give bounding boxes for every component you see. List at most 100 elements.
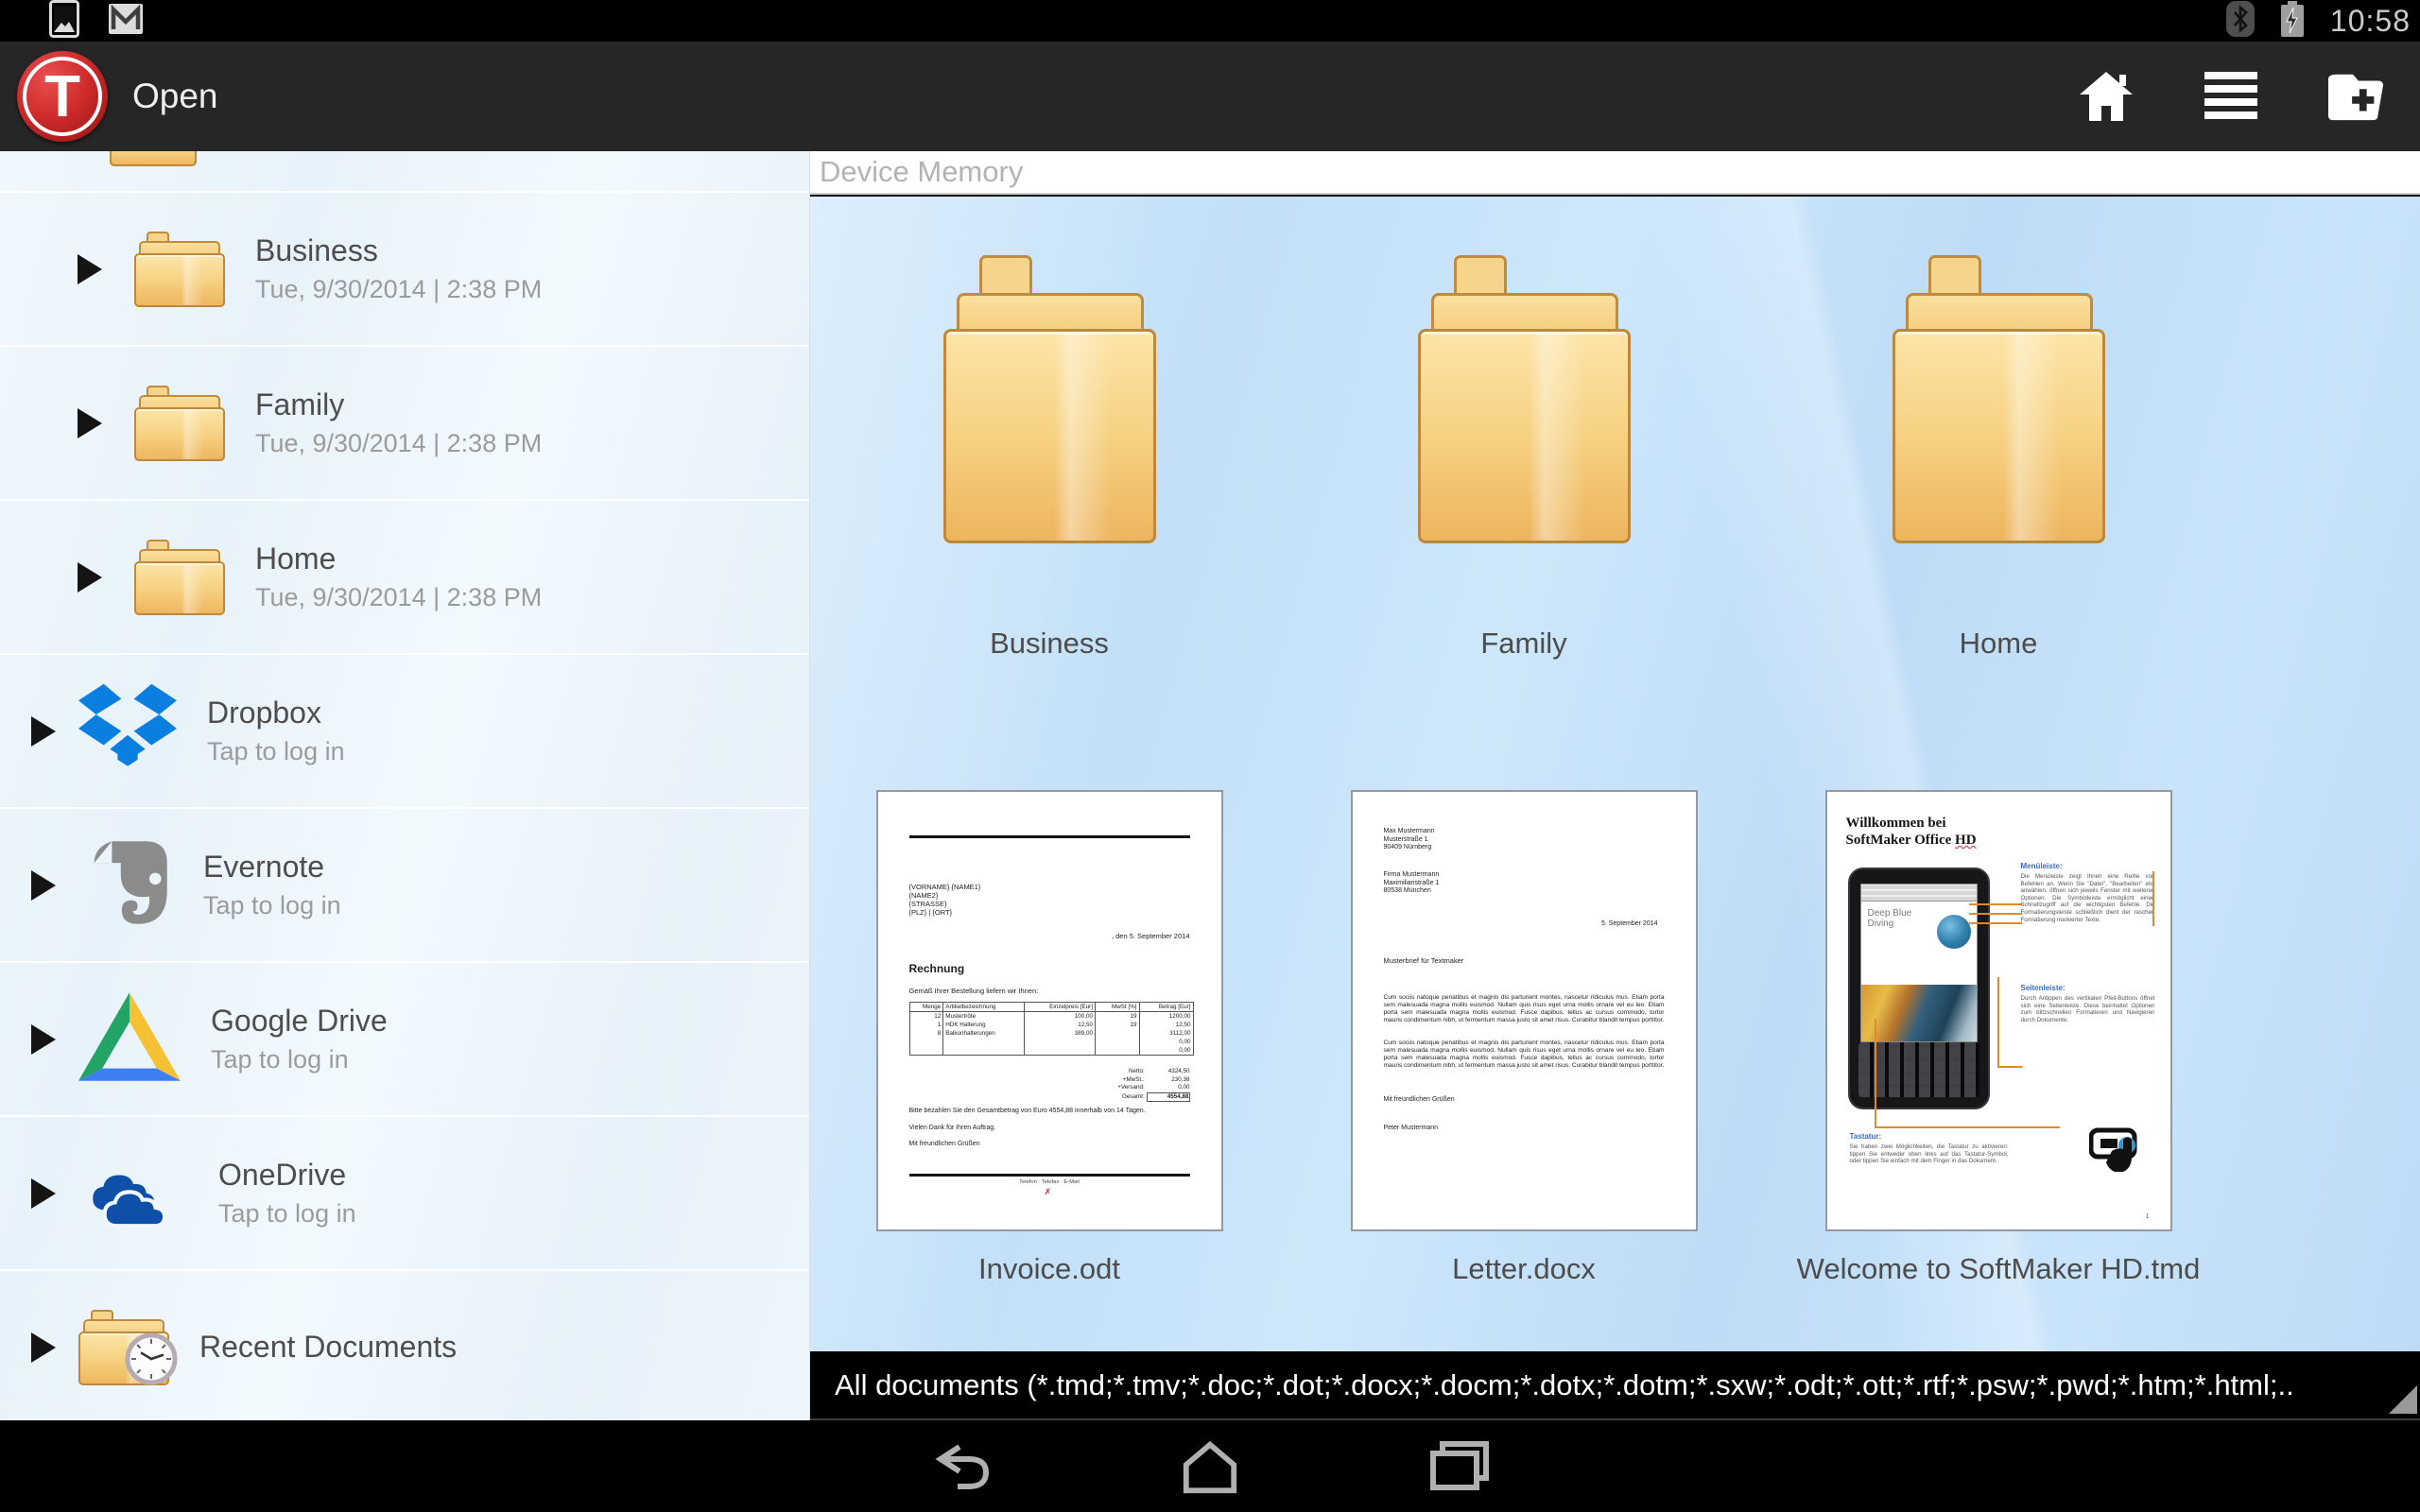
document-tile-invoice[interactable]: {VORNAME} {NAME1} {NAME2} {STRASSE} {PLZ… <box>812 790 1287 1286</box>
callout-line <box>1996 1066 2022 1068</box>
callout-line <box>1968 922 2022 924</box>
expand-arrow-icon[interactable] <box>78 407 102 438</box>
home-button[interactable] <box>1179 1435 1241 1498</box>
welcome-section-body: Durch Antippen des vertikalen Pfeil-Butt… <box>2020 995 2155 1023</box>
callout-line <box>1874 1019 1876 1128</box>
invoice-address-line: {PLZ} | {ORT} <box>908 908 953 917</box>
expand-arrow-icon[interactable] <box>31 1177 56 1209</box>
document-tile-welcome[interactable]: Willkommen bei SoftMaker Office HD Deep … <box>1761 790 2236 1286</box>
home-icon <box>1183 1440 1237 1493</box>
letter-sender: Max Mustermann Musterstraße 1 90409 Nürn… <box>1383 828 1435 851</box>
expand-arrow-icon[interactable] <box>78 253 102 284</box>
sidebar-item-subtitle: Tap to log in <box>211 1045 349 1074</box>
invoice-address-line: {NAME2} <box>908 891 939 900</box>
expand-arrow-icon[interactable] <box>31 715 56 747</box>
sidebar-item-google-drive[interactable]: Google Drive Tap to log in <box>0 963 809 1117</box>
folder-icon <box>1417 255 1631 543</box>
folder-label: Home <box>1959 627 2038 660</box>
home-icon <box>2080 72 2133 121</box>
dropbox-icon <box>78 683 177 779</box>
welcome-section-heading: Menüleiste: <box>2020 862 2063 870</box>
callout-line <box>1968 913 2022 915</box>
recents-button[interactable] <box>1428 1435 1491 1498</box>
sidebar-item-title: OneDrive <box>218 1158 347 1192</box>
invoice-totals: Netto: 4324,50 +MwSt.: 230,38 +Versand: … <box>1117 1068 1190 1103</box>
invoice-address-line: {STRASSE} <box>908 900 947 908</box>
rule <box>908 835 1190 838</box>
battery-charging-icon <box>2279 0 2306 43</box>
expand-arrow-icon[interactable] <box>78 561 102 593</box>
expand-arrow-icon[interactable] <box>31 1023 56 1055</box>
invoice-thanks: Vielen Dank für Ihren Auftrag. <box>908 1125 996 1131</box>
bluetooth-icon <box>2225 0 2255 43</box>
sidebar-item-recent-documents[interactable]: Recent Documents <box>0 1271 809 1420</box>
invoice-footer: Telefon · Telefax · E-Mail <box>1019 1179 1080 1185</box>
new-folder-button[interactable] <box>2327 68 2384 125</box>
sidebar-item-title: Family <box>255 387 345 421</box>
sidebar-item-partial-folder[interactable] <box>0 151 809 193</box>
textmaker-logo-icon[interactable]: T <box>17 51 108 142</box>
sidebar-item-family[interactable]: Family Tue, 9/30/2014 | 2:38 PM <box>0 347 809 501</box>
sidebar-item-subtitle: Tap to log in <box>203 891 341 919</box>
callout-line <box>2152 871 2154 926</box>
folder-tile-business[interactable]: Business <box>812 197 1287 661</box>
sidebar-item-subtitle: Tue, 9/30/2014 | 2:38 PM <box>255 429 543 457</box>
letter-date: 5. September 2014 <box>1600 920 1658 927</box>
welcome-section-heading: Seitenleiste: <box>2020 984 2066 993</box>
letter-paragraph: Cum sociis natoque penatibus et magnis d… <box>1383 1040 1665 1069</box>
letter-closing: Mit freundlichen Grüßen <box>1383 1096 1455 1103</box>
sidebar-item-subtitle: Tap to log in <box>218 1199 356 1228</box>
gmail-notification-icon[interactable] <box>108 3 144 40</box>
invoice-footer-mark: ✗ <box>1044 1187 1052 1196</box>
welcome-section-body: Sie haben zwei Möglichkeiten, die Tastat… <box>1849 1143 2009 1165</box>
sidebar-item-evernote[interactable]: Evernote Tap to log in <box>0 809 809 963</box>
document-tile-letter[interactable]: Max Mustermann Musterstraße 1 90409 Nürn… <box>1287 790 1761 1286</box>
invoice-table: Menge Artikelbezeichnung Einzelpreis [Eu… <box>908 1002 1194 1056</box>
screen: 10:58 T Open Business Tue, 9/30/2014 | 2… <box>0 0 2420 1512</box>
sidebar-item-dropbox[interactable]: Dropbox Tap to log in <box>0 655 809 809</box>
sidebar-item-title: Home <box>255 541 337 576</box>
logo-letter: T <box>44 63 80 129</box>
folder-icon <box>134 385 225 461</box>
file-browser-content: Business Family Home {VORNAME} {NAME1} {… <box>810 197 2420 1351</box>
document-label: Welcome to SoftMaker HD.tmd <box>1796 1252 2201 1285</box>
file-list-button[interactable] <box>2203 68 2259 125</box>
hand-tap-icon <box>2088 1125 2148 1190</box>
expand-arrow-icon[interactable] <box>31 869 56 901</box>
letter-paragraph: Cum sociis natoque penatibus et magnis d… <box>1383 994 1665 1023</box>
invoice-intro: Gemäß Ihrer Bestellung liefern wir Ihnen… <box>908 987 1039 995</box>
mini-toolbar <box>1860 885 1977 902</box>
invoice-heading: Rechnung <box>908 962 965 975</box>
welcome-section-body: Die Menüleiste zeigt Ihnen eine Reihe vo… <box>2020 873 2155 923</box>
filter-label: All documents (*.tmd;*.tmv;*.doc;*.dot;*… <box>835 1367 2294 1401</box>
app-bar: T Open <box>0 42 2420 151</box>
home-button[interactable] <box>2078 68 2135 125</box>
folder-icon <box>1892 255 2105 543</box>
sidebar-item-subtitle: Tue, 9/30/2014 | 2:38 PM <box>255 275 543 303</box>
document-thumbnail: Max Mustermann Musterstraße 1 90409 Nürn… <box>1350 790 1698 1231</box>
expand-arrow-icon[interactable] <box>31 1332 56 1363</box>
sidebar-item-title: Dropbox <box>207 696 321 730</box>
file-list-icon <box>2204 72 2257 119</box>
callout-line <box>1996 977 1999 1068</box>
page-title: Open <box>132 77 218 115</box>
sidebar: Business Tue, 9/30/2014 | 2:38 PM Family… <box>0 151 810 1420</box>
callout-line <box>1968 903 2022 905</box>
back-button[interactable] <box>929 1435 992 1498</box>
folder-tile-home[interactable]: Home <box>1761 197 2236 661</box>
rule <box>908 1174 1190 1177</box>
sidebar-item-onedrive[interactable]: OneDrive Tap to log in <box>0 1117 809 1271</box>
file-type-filter-bar[interactable]: All documents (*.tmd;*.tmv;*.doc;*.dot;*… <box>810 1351 2420 1420</box>
sidebar-item-business[interactable]: Business Tue, 9/30/2014 | 2:38 PM <box>0 193 809 347</box>
recent-documents-icon <box>78 1309 178 1385</box>
mini-keyboard <box>1858 1042 1979 1097</box>
folder-tile-family[interactable]: Family <box>1287 197 1761 661</box>
welcome-bottom-section: Tastatur: Sie haben zwei Möglichkeiten, … <box>1850 1132 2009 1165</box>
callout-line <box>1874 1126 2060 1128</box>
status-time: 10:58 <box>2329 3 2411 38</box>
sidebar-item-home[interactable]: Home Tue, 9/30/2014 | 2:38 PM <box>0 501 809 655</box>
screenshot-notification-icon[interactable] <box>49 0 79 43</box>
resize-grip-icon[interactable] <box>2389 1385 2417 1414</box>
mini-doc-title: Deep Blue Diving <box>1867 908 1912 929</box>
folder-icon <box>942 255 1156 543</box>
